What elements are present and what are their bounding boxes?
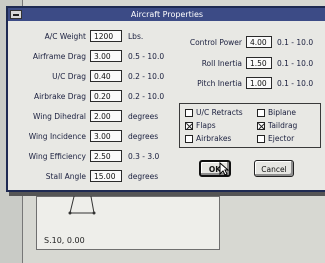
pitch-inertia-range: 0.1 - 10.0 <box>277 79 314 88</box>
wing-efficiency-input[interactable]: 2.50 <box>90 150 122 162</box>
airbrake-drag-label: Airbrake Drag <box>33 92 86 101</box>
wing-incidence-input[interactable]: 3.00 <box>90 130 122 142</box>
ac-weight-input[interactable]: 1200 <box>90 30 122 42</box>
airframe-drag-label: Airframe Drag <box>32 52 86 61</box>
biplane-label[interactable]: Biplane <box>268 108 296 117</box>
airframe-drag-input[interactable]: 3.00 <box>90 50 122 62</box>
airbrake-drag-range: 0.2 - 10.0 <box>128 92 165 101</box>
roll-inertia-input[interactable]: 1.50 <box>246 57 272 69</box>
biplane-checkbox[interactable] <box>257 109 265 117</box>
ac-weight-label: A/C Weight <box>44 32 86 41</box>
airbrakes-label[interactable]: Airbrakes <box>196 134 231 143</box>
system-menu-icon[interactable] <box>10 10 22 19</box>
cancel-button[interactable]: Cancel <box>254 160 294 177</box>
ac-weight-unit: Lbs. <box>128 32 144 41</box>
taildrag-checkbox[interactable] <box>257 122 265 130</box>
dialog-title: Aircraft Properties <box>130 10 204 19</box>
flaps-label[interactable]: Flaps <box>196 121 216 130</box>
roll-inertia-label: Roll Inertia <box>201 59 242 68</box>
wing-efficiency-range: 0.3 - 3.0 <box>128 152 160 161</box>
roll-inertia-range: 0.1 - 10.0 <box>277 59 314 68</box>
stall-angle-unit: degrees <box>128 172 159 181</box>
airbrake-drag-input[interactable]: 0.20 <box>90 90 122 102</box>
taildrag-label[interactable]: Taildrag <box>268 121 297 130</box>
stall-angle-label: Stall Angle <box>45 172 86 181</box>
pitch-inertia-label: Pitch Inertia <box>197 79 242 88</box>
ejector-checkbox[interactable] <box>257 135 265 143</box>
control-power-label: Control Power <box>189 38 242 47</box>
dialog-title-bar[interactable]: Aircraft Properties <box>8 8 325 21</box>
uc-drag-input[interactable]: 0.40 <box>90 70 122 82</box>
wing-incidence-label: Wing Incidence <box>28 132 86 141</box>
wing-dihedral-unit: degrees <box>128 112 159 121</box>
control-power-input[interactable]: 4.00 <box>246 36 272 48</box>
pitch-inertia-input[interactable]: 1.00 <box>246 77 272 89</box>
stall-angle-input[interactable]: 15.00 <box>90 170 122 182</box>
ejector-label[interactable]: Ejector <box>268 134 294 143</box>
flaps-checkbox[interactable] <box>185 122 193 130</box>
aircraft-properties-dialog: Aircraft Properties A/C Weight 1200 Lbs.… <box>6 6 325 192</box>
wing-dihedral-input[interactable]: 2.00 <box>90 110 122 122</box>
control-power-range: 0.1 - 10.0 <box>277 38 314 47</box>
uc-drag-label: U/C Drag <box>52 72 86 81</box>
wing-incidence-unit: degrees <box>128 132 159 141</box>
uc-drag-range: 0.2 - 10.0 <box>128 72 165 81</box>
airframe-drag-range: 0.5 - 10.0 <box>128 52 165 61</box>
airbrakes-checkbox[interactable] <box>185 135 193 143</box>
uc-retracts-checkbox[interactable] <box>185 109 193 117</box>
mouse-pointer-icon <box>219 162 229 176</box>
wing-dihedral-label: Wing Dihedral <box>33 112 86 121</box>
wing-efficiency-label: Wing Efficiency <box>28 152 86 161</box>
uc-retracts-label[interactable]: U/C Retracts <box>196 108 243 117</box>
status-readout: S.10, 0.00 <box>44 236 85 245</box>
